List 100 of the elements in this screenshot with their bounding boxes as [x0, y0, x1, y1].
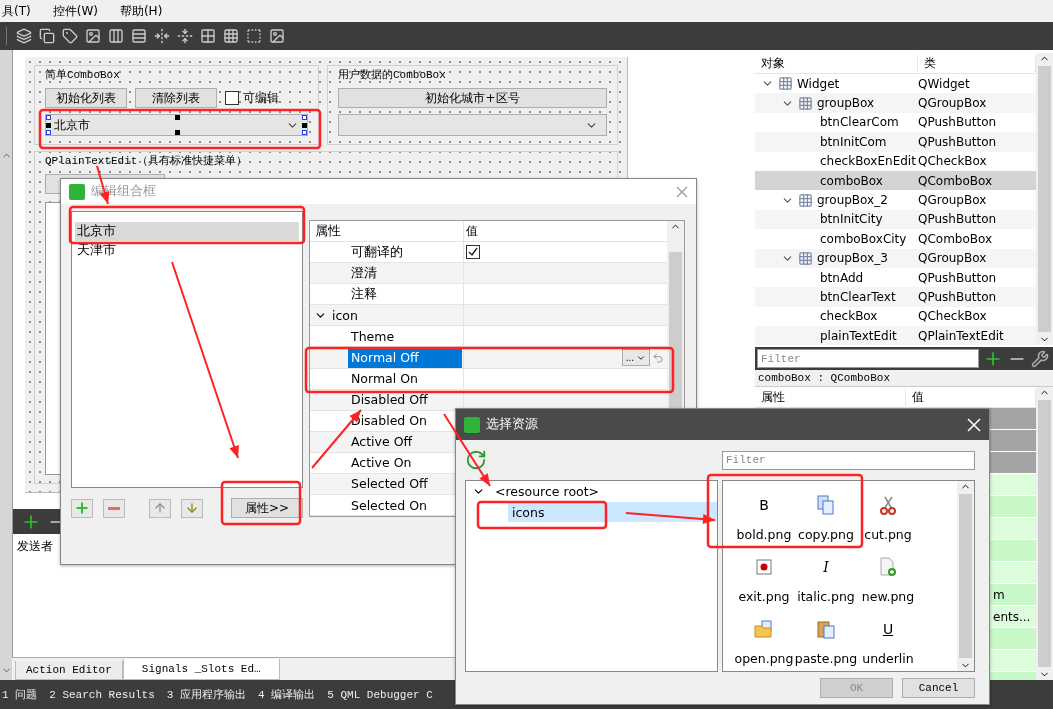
- class-name: QPlainTextEdit: [918, 328, 1004, 343]
- object-name: comboBoxCity: [820, 231, 907, 246]
- tree-row[interactable]: comboBox QComboBox: [755, 170, 1036, 191]
- output-tab[interactable]: 5 QML Debugger C: [327, 688, 433, 701]
- fold-horizontal-icon[interactable]: [154, 28, 170, 44]
- column-header: 发送者: [16, 538, 54, 556]
- file-name[interactable]: new.png: [861, 589, 915, 604]
- list-item[interactable]: 天津市: [75, 241, 299, 260]
- reset-icon[interactable]: [652, 351, 664, 364]
- refresh-icon[interactable]: [465, 449, 487, 471]
- app-icon: [464, 416, 480, 433]
- grid-icon[interactable]: [200, 28, 216, 44]
- class-name: QPushButton: [918, 115, 997, 130]
- file-name[interactable]: exit.png: [738, 589, 790, 604]
- tree-row[interactable]: btnClearText QPushButton: [755, 287, 1036, 307]
- tree-item[interactable]: <resource root>: [491, 481, 604, 501]
- class-name: QCheckBox: [918, 154, 987, 169]
- copy-icon[interactable]: [39, 28, 55, 44]
- output-tab[interactable]: 3 应用程序输出: [166, 687, 247, 702]
- file-name[interactable]: paste.png: [794, 651, 858, 666]
- class-name: QWidget: [918, 76, 970, 91]
- image-icon[interactable]: [269, 28, 285, 44]
- column-header: 属性: [314, 221, 342, 240]
- object-name: checkBoxEnEdit: [820, 154, 916, 169]
- property-value: ents...: [993, 609, 1031, 624]
- output-tab[interactable]: 2 Search Results: [49, 688, 155, 701]
- file-name[interactable]: open.png: [734, 651, 794, 666]
- class-name: QGroupBox: [918, 96, 987, 111]
- output-tab[interactable]: 4 编译输出: [258, 687, 316, 702]
- menu-item[interactable]: 具(T): [0, 2, 33, 20]
- file-name[interactable]: bold.png: [736, 527, 792, 542]
- file-name[interactable]: cut.png: [864, 527, 912, 542]
- property-name[interactable]: 注释: [348, 284, 462, 305]
- remove-button[interactable]: [103, 498, 125, 518]
- file-name[interactable]: copy.png: [798, 527, 854, 542]
- push-button[interactable]: 清除列表: [135, 88, 217, 108]
- wrench-icon[interactable]: [1031, 349, 1049, 368]
- tab[interactable]: Signals _Slots Ed…: [122, 659, 280, 680]
- object-name: btnClearText: [820, 290, 896, 304]
- property-name[interactable]: Normal Off: [348, 347, 462, 368]
- file-icon: B: [759, 496, 769, 514]
- push-button[interactable]: 初始化列表: [45, 88, 127, 108]
- grid-icon: [778, 76, 793, 92]
- rows-icon[interactable]: [131, 28, 147, 44]
- column-header: 值: [465, 222, 479, 240]
- tree-row[interactable]: btnInitCity QPushButton: [755, 209, 1036, 230]
- tree-row[interactable]: groupBox QGroupBox: [755, 93, 1036, 113]
- dashed-square-icon[interactable]: [246, 28, 262, 44]
- class-name: QPushButton: [918, 134, 997, 149]
- property-name[interactable]: Theme: [348, 326, 462, 347]
- property-name[interactable]: icon: [329, 305, 361, 326]
- checkbox-label: 可编辑: [243, 89, 279, 107]
- filter-field[interactable]: Filter: [757, 349, 979, 369]
- file-icon: U: [882, 620, 894, 638]
- checkbox[interactable]: [225, 91, 239, 105]
- file-name[interactable]: italic.png: [797, 589, 855, 604]
- scrollbar-thumb[interactable]: [1038, 66, 1051, 333]
- file-name[interactable]: underlin: [862, 651, 914, 666]
- group-title: 简单ComboBox: [45, 68, 121, 82]
- class-name: QGroupBox: [918, 251, 987, 266]
- checkbox[interactable]: [466, 245, 480, 260]
- object-name: groupBox_2: [817, 193, 888, 208]
- arrow-down-icon: [185, 501, 199, 515]
- tree-row[interactable]: groupBox_3 QGroupBox: [755, 248, 1036, 268]
- tree-row[interactable]: btnInitCom QPushButton: [755, 132, 1036, 152]
- push-button[interactable]: 初始化城市+区号: [338, 88, 607, 108]
- grid-icon: [798, 250, 813, 266]
- grid-icon[interactable]: [223, 28, 239, 44]
- class-name: QGroupBox: [918, 193, 987, 208]
- column-header: 属性: [755, 388, 906, 406]
- list-item[interactable]: 北京市: [75, 222, 299, 241]
- group-title: QPlainTextEdit（具有标准快捷菜单）: [45, 154, 249, 168]
- columns-icon[interactable]: [108, 28, 124, 44]
- property-name[interactable]: Normal On: [348, 368, 462, 389]
- class-name: QComboBox: [918, 231, 993, 246]
- tab[interactable]: Action Editor: [15, 661, 123, 680]
- tag-icon[interactable]: [62, 28, 78, 44]
- properties-button[interactable]: 属性>>: [231, 498, 303, 518]
- check-mark-icon: [468, 247, 478, 258]
- filter-field[interactable]: Filter: [722, 450, 975, 470]
- menu-item[interactable]: 帮助(H): [117, 2, 165, 20]
- layers-icon[interactable]: [16, 28, 32, 44]
- scrollbar-thumb[interactable]: [1038, 400, 1051, 667]
- tree-row[interactable]: plainTextEdit QPlainTextEdit: [755, 326, 1036, 346]
- clipboard-icon: [817, 619, 835, 639]
- selection-handle[interactable]: [174, 130, 180, 135]
- image-icon[interactable]: [85, 28, 101, 44]
- folder-icon: [754, 620, 774, 638]
- browse-button[interactable]: ...: [621, 349, 650, 366]
- menu-item[interactable]: 控件(W): [50, 2, 100, 20]
- combo-box[interactable]: 北京市: [45, 114, 308, 136]
- class-name: QPushButton: [918, 270, 997, 285]
- current-object-label: comboBox : QComboBox: [755, 370, 1053, 388]
- fold-vertical-icon[interactable]: [177, 28, 193, 44]
- property-name[interactable]: 可翻译的: [348, 242, 462, 263]
- selection-handle[interactable]: [174, 115, 180, 120]
- object-name: btnInitCom: [820, 134, 887, 149]
- scrollbar-thumb[interactable]: [959, 494, 972, 658]
- dialog-button[interactable]: Cancel: [902, 678, 975, 698]
- output-tab[interactable]: 1 问题: [2, 687, 38, 702]
